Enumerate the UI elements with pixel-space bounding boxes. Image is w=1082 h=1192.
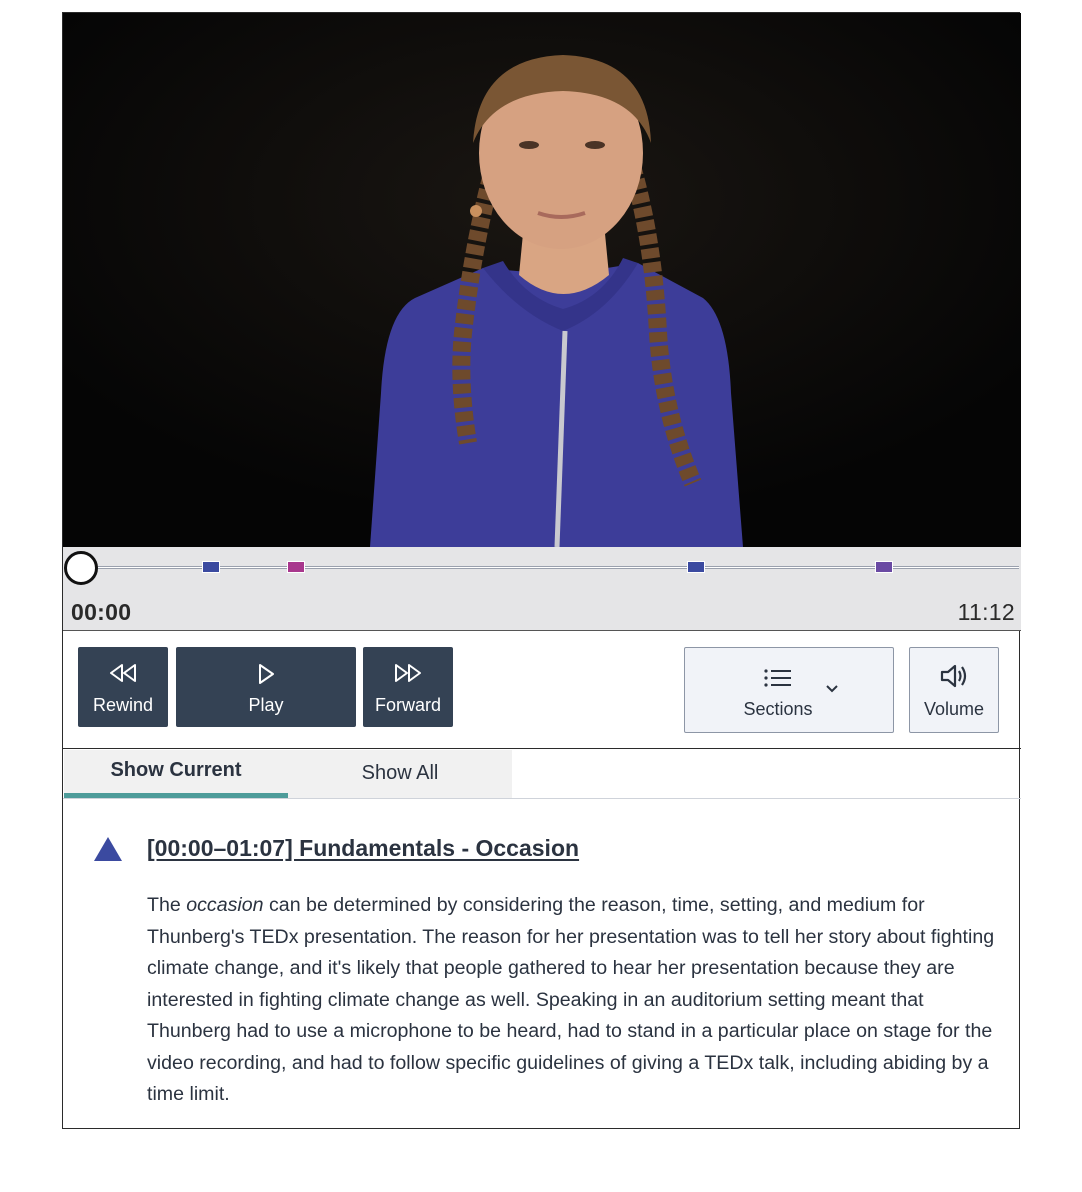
section-description: The occasion can be determined by consid… [147,890,997,1111]
video-frame[interactable] [63,13,1021,547]
speaker-icon [910,662,998,690]
section-marker-3[interactable] [687,561,706,573]
list-icon [663,668,893,690]
control-bar: Rewind Play Forward Sections Volume [63,631,1021,749]
timeline-thumb[interactable] [64,551,98,585]
volume-button[interactable]: Volume [909,647,999,733]
tab-show-current[interactable]: Show Current [64,750,288,798]
sections-dropdown[interactable]: Sections [684,647,894,733]
section-title-link[interactable]: [00:00–01:07] Fundamentals - Occasion [147,835,579,862]
section-marker-1[interactable] [202,561,221,573]
sections-label: Sections [743,699,813,719]
section-marker-4[interactable] [874,561,893,573]
rewind-button[interactable]: Rewind [78,647,168,727]
tab-show-all[interactable]: Show All [288,750,512,798]
play-button[interactable]: Play [176,647,356,727]
video-player: 00:00 11:12 Rewind Play Forward Sections… [62,12,1021,1129]
rewind-icon [78,663,168,685]
triangle-icon [93,836,123,867]
section-body-text: can be determined by considering the rea… [147,894,995,1105]
forward-button[interactable]: Forward [363,647,453,727]
play-label: Play [248,695,284,715]
volume-label: Volume [923,699,985,719]
forward-label: Forward [374,695,441,715]
play-icon [176,663,356,685]
section-body-emphasis: occasion [186,894,264,916]
rewind-label: Rewind [92,695,154,715]
video-still-image [63,13,1021,547]
total-time: 11:12 [957,599,1015,625]
tab-bar: Show Current Show All [63,749,1021,799]
timeline-scrubber[interactable]: 00:00 11:12 [63,547,1021,631]
section-body-intro: The [147,894,187,916]
current-time: 00:00 [71,599,132,625]
section-marker-2[interactable] [286,561,305,573]
forward-icon [363,663,453,685]
